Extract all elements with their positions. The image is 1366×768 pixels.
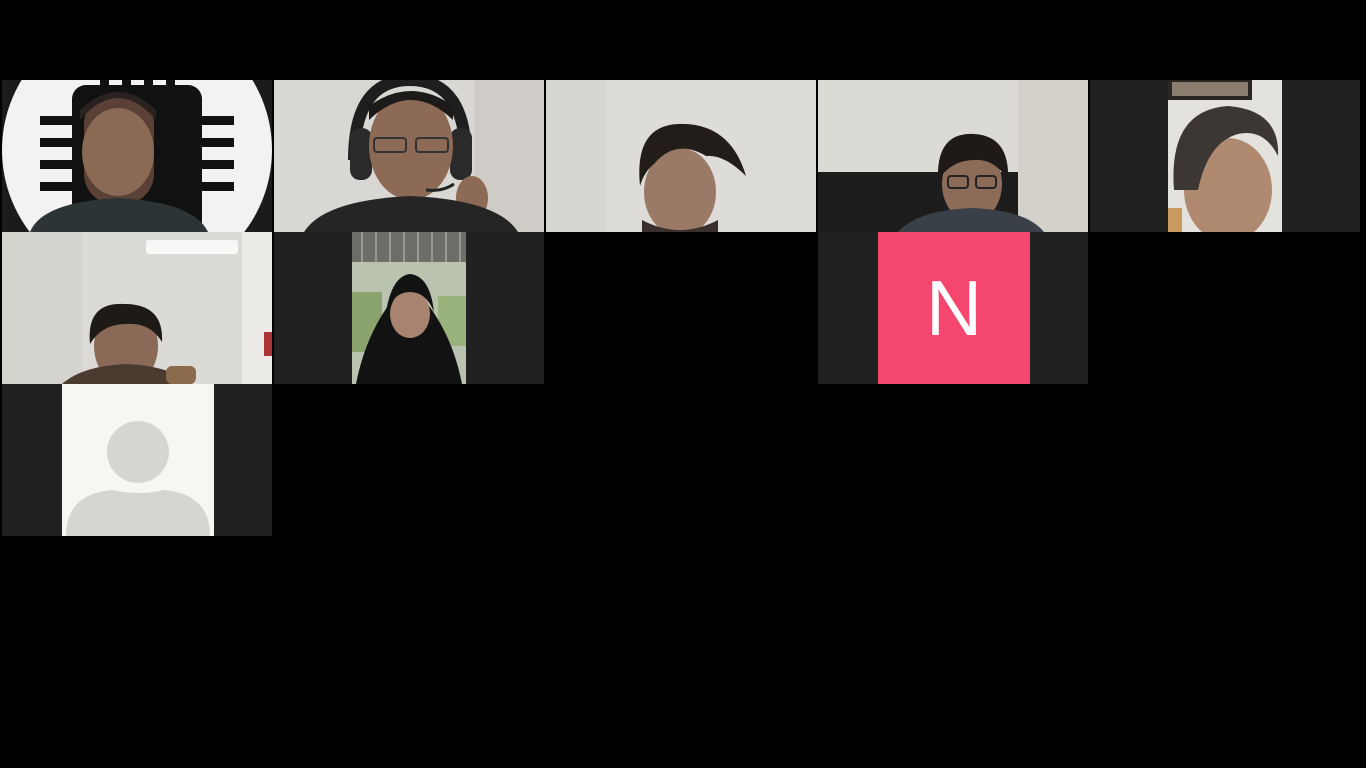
participant-tile-3[interactable] <box>546 80 816 232</box>
participant-tile-1[interactable] <box>2 80 272 232</box>
participant-video-2 <box>274 80 544 232</box>
participant-video-7 <box>352 232 466 384</box>
participant-initial: N <box>925 264 983 352</box>
gallery-view: N <box>2 80 1362 536</box>
participant-tile-11[interactable] <box>2 384 272 536</box>
participant-video-6 <box>2 232 272 384</box>
participant-video-1 <box>2 80 272 232</box>
participant-tile-8[interactable] <box>546 232 816 384</box>
participant-tile-9[interactable]: N <box>818 232 1088 384</box>
participant-video-4 <box>818 80 1088 232</box>
participant-tile-5[interactable] <box>1090 80 1360 232</box>
participant-video-3 <box>546 80 816 232</box>
participant-tile-6[interactable] <box>2 232 272 384</box>
participant-initial-box: N <box>878 232 1030 384</box>
participant-video-5 <box>1168 80 1282 232</box>
participant-tile-4[interactable] <box>818 80 1088 232</box>
participant-tile-7[interactable] <box>274 232 544 384</box>
default-avatar-icon <box>62 384 214 536</box>
participant-tile-10[interactable] <box>1090 232 1360 384</box>
participant-tile-2[interactable] <box>274 80 544 232</box>
